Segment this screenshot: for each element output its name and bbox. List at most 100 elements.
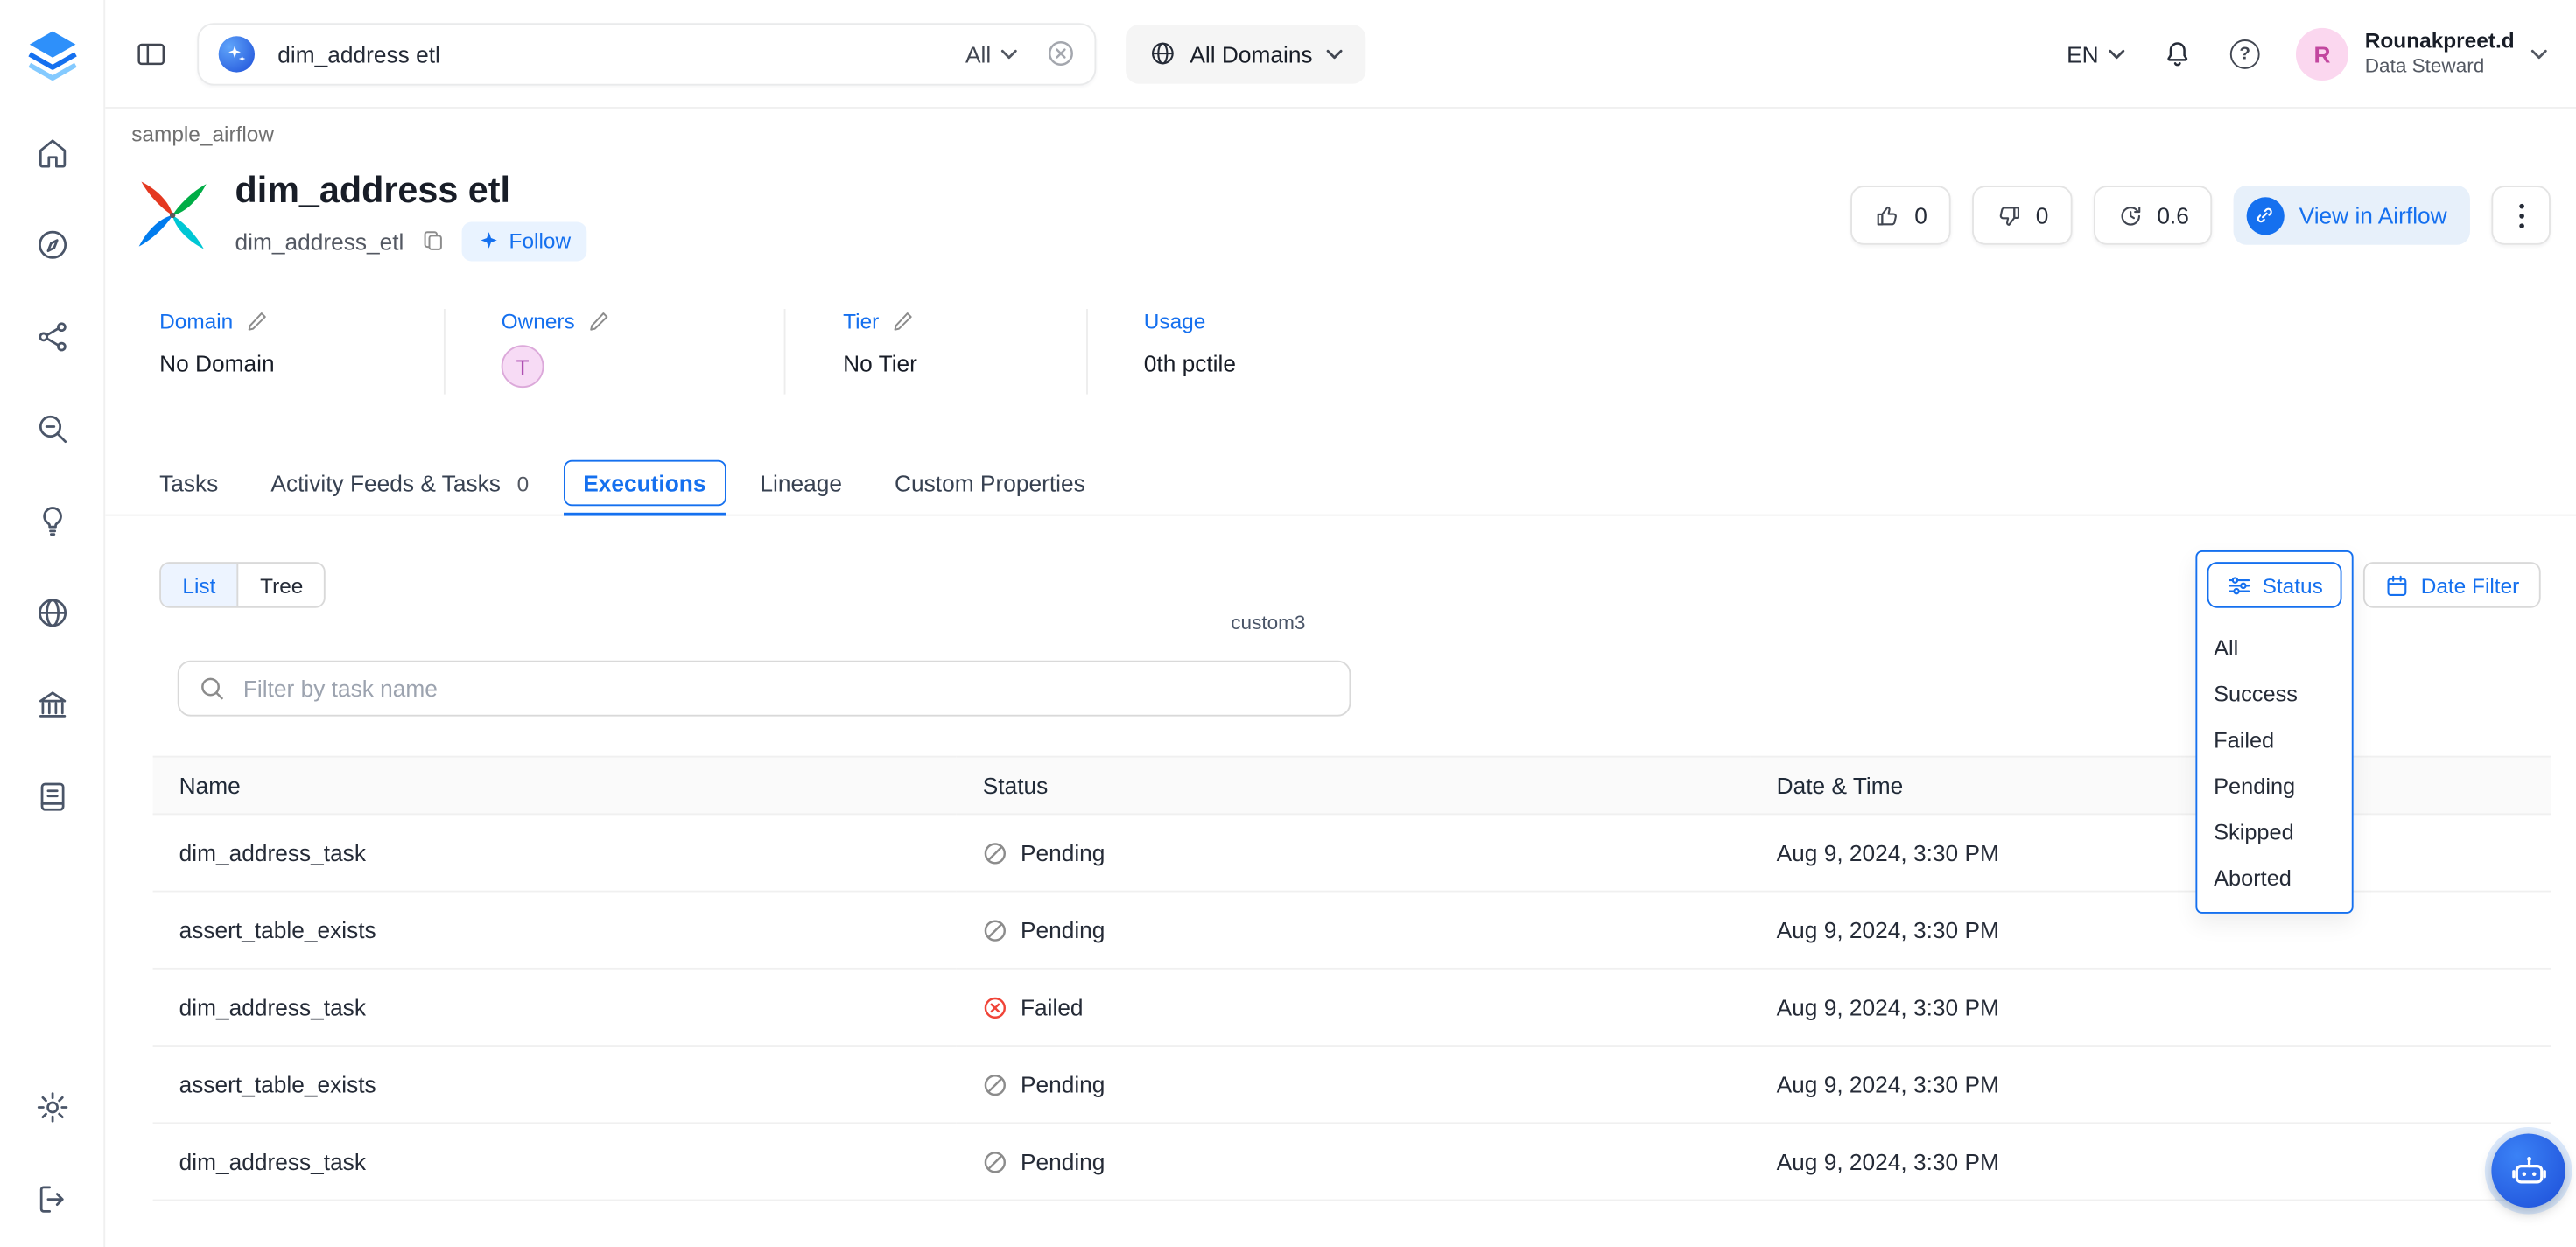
main-content: sample_airflow dim_address etl dim_addre… (105, 109, 2576, 1247)
search-scope-dropdown[interactable]: All (965, 40, 1017, 67)
tier-value: No Tier (843, 350, 1086, 376)
settings-gear-icon[interactable] (33, 1089, 69, 1125)
sidebar-item-search-keys-icon[interactable] (33, 410, 69, 446)
downvote-button[interactable]: 0 (1972, 186, 2072, 245)
status-option-aborted[interactable]: Aborted (2207, 856, 2342, 902)
user-menu[interactable]: R Rounakpreet.d Data Steward (2296, 27, 2547, 80)
thumbs-up-icon (1873, 201, 1901, 229)
sidebar-toggle-icon[interactable] (135, 37, 168, 70)
sidebar-item-home[interactable] (33, 135, 69, 171)
globe-icon (1148, 39, 1176, 67)
status-option-pending[interactable]: Pending (2207, 764, 2342, 810)
chevron-down-icon (2109, 48, 2125, 58)
column-header-name[interactable]: Name (153, 757, 957, 815)
status-text: Pending (1021, 917, 1105, 943)
language-dropdown[interactable]: EN (2067, 40, 2125, 67)
topbar-right: EN ? R Rounakpreet.d Data Steward (2067, 27, 2547, 80)
table-row[interactable]: assert_table_exists Pending Aug 9, 2024,… (153, 1046, 2551, 1123)
owner-avatar[interactable]: T (502, 345, 544, 388)
usage-section: Usage 0th pctile (1088, 309, 1236, 395)
search-clear-icon[interactable] (1047, 39, 1075, 67)
table-row[interactable]: dim_address_task Pending Aug 9, 2024, 3:… (153, 1123, 2551, 1200)
status-filter-button[interactable]: Status (2207, 562, 2342, 608)
chat-assistant-button[interactable] (2491, 1134, 2565, 1208)
task-name: dim_address_task (153, 814, 957, 891)
search-input[interactable] (275, 39, 946, 68)
sidebar-item-domains-globe-icon[interactable] (33, 595, 69, 631)
execution-datetime: Aug 9, 2024, 3:30 PM (1751, 814, 2551, 891)
view-in-airflow-button[interactable]: View in Airflow (2234, 186, 2470, 245)
execution-datetime: Aug 9, 2024, 3:30 PM (1751, 1046, 2551, 1123)
sidebar-nav (33, 135, 69, 815)
calendar-icon (2384, 572, 2409, 597)
tab-executions[interactable]: Executions (581, 450, 707, 515)
score-value: 0.6 (2157, 202, 2189, 228)
notifications-bell-icon[interactable] (2161, 37, 2194, 70)
more-actions-button[interactable] (2491, 186, 2551, 245)
date-filter-button[interactable]: Date Filter (2363, 562, 2541, 608)
view-toggle-tree[interactable]: Tree (239, 564, 325, 606)
left-sidebar (0, 0, 105, 1247)
tab-tasks[interactable]: Tasks (159, 450, 218, 515)
breadcrumb[interactable]: sample_airflow (131, 122, 2551, 148)
table-row[interactable]: dim_address_task Pending Aug 9, 2024, 3:… (153, 814, 2551, 891)
toolbar-filters: Status All Success Failed Pending Skippe… (2207, 562, 2541, 608)
tab-custom-properties[interactable]: Custom Properties (895, 450, 1085, 515)
domain-label: Domain (159, 309, 233, 333)
edit-pencil-icon[interactable] (588, 311, 609, 332)
sidebar-item-knowledge-book-icon[interactable] (33, 779, 69, 815)
status-filter-slot: Status All Success Failed Pending Skippe… (2207, 562, 2342, 608)
tier-section: Tier No Tier (785, 309, 1087, 395)
domain-section: Domain No Domain (159, 309, 446, 395)
sidebar-item-explore-compass-icon[interactable] (33, 227, 69, 263)
help-icon[interactable]: ? (2230, 39, 2260, 68)
task-name: dim_address_task (153, 1123, 957, 1200)
follow-button[interactable]: Follow (461, 221, 587, 261)
app-window: All All Domains EN ? R Ro (0, 0, 2576, 1247)
status-text: Pending (1021, 839, 1105, 865)
link-icon (2247, 196, 2285, 234)
copy-icon[interactable] (420, 228, 445, 253)
status-option-skipped[interactable]: Skipped (2207, 810, 2342, 857)
status-option-failed[interactable]: Failed (2207, 718, 2342, 764)
edit-pencil-icon[interactable] (246, 311, 267, 332)
upvote-count: 0 (1914, 202, 1927, 228)
status-option-all[interactable]: All (2207, 626, 2342, 672)
status-icon (983, 1072, 1007, 1096)
all-domains-dropdown[interactable]: All Domains (1126, 24, 1365, 83)
sidebar-item-govern-bank-icon[interactable] (33, 687, 69, 723)
table-row[interactable]: dim_address_task Failed Aug 9, 2024, 3:3… (153, 969, 2551, 1046)
task-filter-input[interactable] (240, 674, 1330, 704)
task-name: assert_table_exists (153, 892, 957, 969)
column-header-datetime[interactable]: Date & Time (1751, 757, 2551, 815)
entity-fqn: dim_address_etl (235, 228, 404, 254)
logout-icon[interactable] (33, 1181, 69, 1217)
entity-meta-row: Domain No Domain Owners T Tier No Tier (131, 309, 2551, 410)
sidebar-item-insights-bulb-icon[interactable] (33, 503, 69, 539)
tab-activity-feeds[interactable]: Activity Feeds & Tasks 0 (270, 450, 529, 515)
activity-count-badge: 0 (517, 471, 530, 495)
global-search-bar[interactable]: All (197, 22, 1096, 84)
sidebar-item-data-graph-icon[interactable] (33, 319, 69, 354)
task-filter-field[interactable] (178, 661, 1351, 717)
usage-value: 0th pctile (1144, 350, 1236, 376)
score-button[interactable]: 0.6 (2093, 186, 2212, 245)
tab-lineage[interactable]: Lineage (760, 450, 842, 515)
table-row[interactable]: assert_table_exists Pending Aug 9, 2024,… (153, 892, 2551, 969)
column-header-status[interactable]: Status (957, 757, 1751, 815)
airflow-logo (131, 174, 214, 256)
openmetadata-logo-icon[interactable] (24, 26, 80, 82)
view-toggle-list[interactable]: List (161, 564, 239, 606)
topbar: All All Domains EN ? R Ro (105, 0, 2576, 109)
search-scope-value: All (965, 40, 991, 67)
owners-section: Owners T (446, 309, 786, 395)
edit-pencil-icon[interactable] (892, 311, 913, 332)
tab-bar: Tasks Activity Feeds & Tasks 0 Execution… (131, 450, 2551, 515)
task-name: assert_table_exists (153, 1046, 957, 1123)
status-icon (983, 918, 1007, 942)
status-icon (983, 840, 1007, 865)
status-option-success[interactable]: Success (2207, 672, 2342, 718)
user-role: Data Steward (2365, 54, 2515, 79)
ai-sparkle-icon (219, 35, 255, 71)
upvote-button[interactable]: 0 (1850, 186, 1950, 245)
